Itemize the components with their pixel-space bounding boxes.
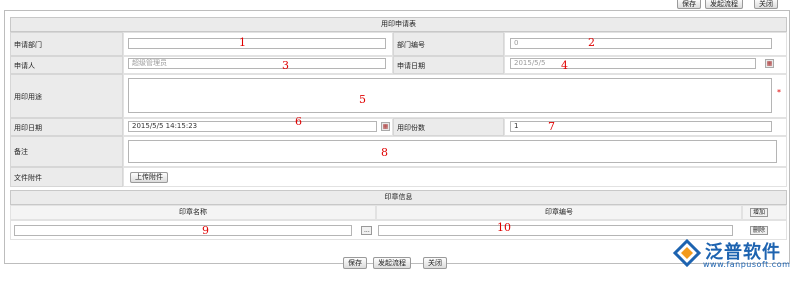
- attachment-cell: [123, 167, 787, 187]
- use-date-field[interactable]: 2015/5/5 14:15:23: [128, 121, 377, 132]
- seal-browse-button[interactable]: ...: [361, 226, 372, 235]
- apply-dept-label: 申请部门: [10, 32, 123, 56]
- top-start-flow-button[interactable]: 发起流程: [705, 0, 743, 9]
- applicant-field[interactable]: 超级管理员: [128, 58, 386, 69]
- annotation-9: 9: [202, 224, 209, 237]
- upload-attachment-button[interactable]: 上传附件: [130, 172, 168, 183]
- apply-date-label: 申请日期: [393, 56, 504, 74]
- apply-date-field[interactable]: 2015/5/5: [510, 58, 756, 69]
- form-title: 用印申请表: [10, 17, 787, 32]
- annotation-3: 3: [282, 59, 289, 72]
- annotation-1: 1: [239, 36, 246, 49]
- bottom-close-button[interactable]: 关闭: [423, 257, 447, 269]
- seal-name-field[interactable]: [14, 225, 352, 236]
- seal-section-title: 印章信息: [10, 190, 787, 205]
- seal-name-col-header: 印章名称: [10, 205, 376, 220]
- bottom-save-button[interactable]: 保存: [343, 257, 367, 269]
- annotation-7: 7: [548, 120, 555, 133]
- dept-no-field[interactable]: 0: [510, 38, 772, 49]
- fanpusoft-logo: 泛普软件 www.fanpusoft.com: [672, 238, 797, 270]
- use-date-label: 用印日期: [10, 118, 123, 136]
- remark-label: 备注: [10, 136, 123, 167]
- dept-no-label: 部门编号: [393, 32, 504, 56]
- attachment-label: 文件附件: [10, 167, 123, 187]
- annotation-5: 5: [359, 93, 366, 106]
- top-save-button[interactable]: 保存: [677, 0, 701, 9]
- seal-no-col-header: 印章编号: [376, 205, 742, 220]
- apply-date-calendar-icon[interactable]: ▦: [765, 59, 774, 68]
- annotation-6: 6: [295, 115, 302, 128]
- annotation-8: 8: [381, 146, 388, 159]
- purpose-required-mark: *: [777, 88, 781, 97]
- annotation-2: 2: [588, 36, 595, 49]
- remark-textarea[interactable]: [128, 140, 777, 163]
- seal-no-field[interactable]: [378, 225, 733, 236]
- annotation-4: 4: [561, 59, 568, 72]
- use-date-calendar-icon[interactable]: ▦: [381, 122, 390, 131]
- add-seal-button[interactable]: 增加: [750, 208, 769, 217]
- purpose-label: 用印用途: [10, 74, 123, 118]
- top-close-button[interactable]: 关闭: [754, 0, 778, 9]
- delete-seal-button[interactable]: 删除: [750, 226, 769, 235]
- annotation-10: 10: [497, 221, 511, 234]
- bottom-start-flow-button[interactable]: 发起流程: [373, 257, 411, 269]
- logo-mark-icon: [672, 238, 702, 268]
- applicant-label: 申请人: [10, 56, 123, 74]
- apply-dept-field[interactable]: [128, 38, 386, 49]
- purpose-textarea[interactable]: [128, 78, 772, 113]
- copies-label: 用印份数: [393, 118, 504, 136]
- logo-url: www.fanpusoft.com: [703, 260, 791, 269]
